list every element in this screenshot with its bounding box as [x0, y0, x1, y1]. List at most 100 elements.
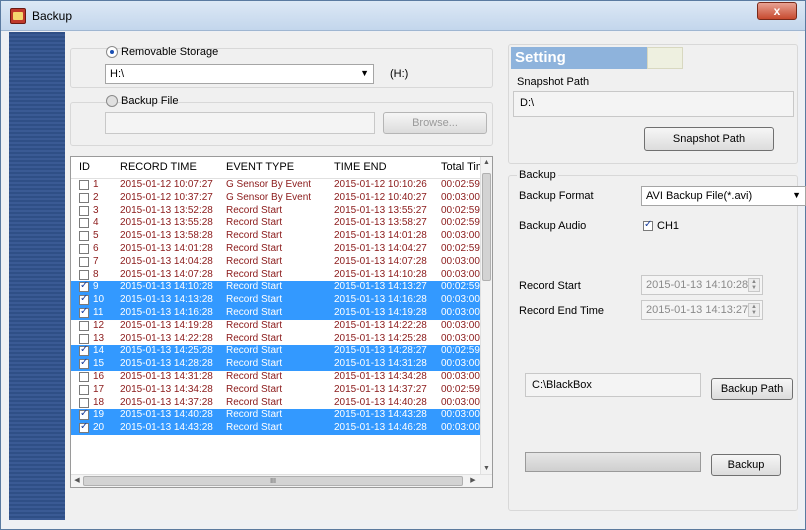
table-row[interactable]: 13 2015-01-13 14:22:28 Record Start 2015-01… [71, 333, 481, 346]
record-start-field[interactable]: 2015-01-13 14:10:28 ▲ ▼ [641, 275, 763, 295]
record-end-field[interactable]: 2015-01-13 14:13:27 ▲ ▼ [641, 300, 763, 320]
cell-event-type: Record Start [226, 294, 283, 306]
cell-id: 11 [93, 307, 104, 318]
backup-path-button[interactable]: Backup Path [711, 378, 793, 400]
header-record-time[interactable]: RECORD TIME [120, 161, 197, 173]
drive-select[interactable]: H:\ ▼ [105, 64, 374, 84]
backup-format-select[interactable]: AVI Backup File(*.avi) ▼ [641, 186, 806, 206]
row-checkbox[interactable] [79, 231, 89, 242]
header-total-time[interactable]: Total Tim [441, 161, 485, 173]
table-row[interactable]: 15 2015-01-13 14:28:28 Record Start 2015-01… [71, 357, 481, 371]
row-checkbox[interactable] [79, 333, 89, 344]
table-row[interactable]: 10 2015-01-13 14:13:28 Record Start 2015-01… [71, 293, 481, 307]
record-list[interactable]: ID RECORD TIME EVENT TYPE TIME END Total… [70, 156, 493, 488]
cell-total-time: 00:02:59 [441, 217, 480, 229]
row-checkbox[interactable] [79, 192, 89, 203]
cell-time-end: 2015-01-13 14:25:28 [334, 332, 427, 344]
table-row[interactable]: 17 2015-01-13 14:34:28 Record Start 2015-01… [71, 384, 481, 397]
cell-total-time: 00:03:00 [441, 230, 480, 242]
horizontal-scrollbar[interactable]: ◀ III ▶ [71, 474, 492, 487]
spin-updown-icon[interactable]: ▲ ▼ [748, 278, 760, 292]
audio-ch1-label: CH1 [657, 220, 680, 232]
snapshot-path-button[interactable]: Snapshot Path [644, 127, 774, 151]
cell-id: 14 [93, 345, 105, 357]
table-row[interactable]: 14 2015-01-13 14:25:28 Record Start 2015-01… [71, 344, 481, 359]
backup-format-value: AVI Backup File(*.avi) [646, 190, 753, 202]
table-row[interactable]: 5 2015-01-13 13:58:28 Record Start 2015-01-… [71, 230, 481, 243]
list-header: ID RECORD TIME EVENT TYPE TIME END Total… [71, 157, 485, 179]
audio-ch1-checkbox[interactable] [643, 219, 653, 231]
cell-id: 19 [93, 409, 105, 421]
row-checkbox[interactable] [79, 256, 89, 267]
table-row[interactable]: 7 2015-01-13 14:04:28 Record Start 2015-01-… [71, 256, 481, 269]
table-row[interactable]: 20 2015-01-13 14:43:28 Record Start 2015-01… [71, 421, 481, 435]
row-checkbox[interactable] [79, 306, 89, 318]
row-checkbox[interactable] [79, 408, 89, 421]
row-checkbox[interactable] [79, 280, 89, 293]
record-start-label: Record Start [519, 280, 581, 292]
row-checkbox[interactable] [79, 357, 89, 370]
cell-record-time: 2015-01-13 14:28:28 [120, 358, 213, 370]
row-checkbox[interactable] [79, 344, 89, 357]
row-checkbox[interactable] [79, 205, 89, 216]
backup-file-radio[interactable] [106, 95, 118, 107]
cell-id: 13 [93, 332, 105, 344]
table-row[interactable]: 1 2015-01-12 10:07:27 G Sensor By Event 201… [71, 179, 481, 192]
header-id[interactable]: ID [79, 161, 90, 173]
side-banner [9, 32, 65, 520]
table-row[interactable]: 2 2015-01-12 10:37:27 G Sensor By Event 201… [71, 192, 481, 205]
row-checkbox[interactable] [79, 372, 89, 382]
setting-header: Setting [511, 47, 647, 69]
horizontal-scroll-thumb[interactable]: III [83, 476, 463, 486]
row-checkbox[interactable] [79, 397, 89, 408]
browse-button[interactable]: Browse... [383, 112, 487, 134]
removable-storage-radio[interactable] [106, 46, 118, 58]
backup-format-label: Backup Format [519, 190, 594, 202]
cell-event-type: Record Start [226, 268, 283, 280]
cell-id: 1 [93, 179, 99, 190]
row-checkbox[interactable] [79, 244, 89, 254]
cell-time-end: 2015-01-12 10:10:26 [334, 179, 427, 190]
table-row[interactable]: 3 2015-01-13 13:52:28 Record Start 2015-01-… [71, 205, 481, 218]
drive-label: (H:) [390, 68, 409, 80]
cell-total-time: 00:02:59 [441, 243, 480, 254]
table-row[interactable]: 8 2015-01-13 14:07:28 Record Start 2015-01-… [71, 269, 481, 282]
table-row[interactable]: 18 2015-01-13 14:37:28 Record Start 2015-01… [71, 397, 481, 410]
cell-event-type: Record Start [226, 345, 283, 357]
close-button[interactable]: x [757, 2, 797, 20]
table-row[interactable]: 19 2015-01-13 14:40:28 Record Start 2015-01… [71, 408, 481, 423]
backup-button[interactable]: Backup [711, 454, 781, 476]
backup-file-input[interactable] [105, 112, 375, 134]
backup-audio-label: Backup Audio [519, 220, 587, 232]
cell-record-time: 2015-01-13 14:40:28 [120, 409, 213, 421]
row-checkbox[interactable] [79, 421, 89, 434]
cell-total-time: 00:03:00 [441, 422, 480, 434]
title-bar[interactable]: Backup x [1, 1, 805, 31]
table-row[interactable]: 4 2015-01-13 13:55:28 Record Start 2015-01-… [71, 217, 481, 230]
spin-updown-icon[interactable]: ▲ ▼ [748, 303, 760, 317]
scroll-left-icon[interactable]: ◀ [71, 475, 83, 487]
table-row[interactable]: 16 2015-01-13 14:31:28 Record Start 2015-01… [71, 371, 481, 384]
header-event-type[interactable]: EVENT TYPE [226, 161, 294, 173]
row-checkbox[interactable] [79, 180, 89, 190]
cell-event-type: G Sensor By Event [226, 179, 312, 190]
header-time-end[interactable]: TIME END [334, 161, 387, 173]
table-row[interactable]: 6 2015-01-13 14:01:28 Record Start 2015-01-… [71, 243, 481, 256]
row-checkbox[interactable] [79, 320, 89, 331]
row-checkbox[interactable] [79, 218, 89, 229]
table-row[interactable]: 9 2015-01-13 14:10:28 Record Start 2015-01-… [71, 280, 481, 295]
table-row[interactable]: 12 2015-01-13 14:19:28 Record Start 2015-01… [71, 320, 481, 333]
row-checkbox[interactable] [79, 384, 89, 395]
scroll-right-icon[interactable]: ▶ [467, 475, 479, 487]
cell-id: 5 [93, 230, 99, 242]
vertical-scrollbar[interactable]: ▲ ▼ [480, 157, 492, 475]
cell-time-end: 2015-01-13 14:31:28 [334, 358, 427, 370]
cell-total-time: 00:02:59 [441, 383, 480, 395]
row-checkbox[interactable] [79, 293, 89, 306]
row-checkbox[interactable] [79, 269, 89, 280]
cell-total-time: 00:03:00 [441, 371, 480, 382]
scroll-up-icon[interactable]: ▲ [481, 157, 492, 169]
table-row[interactable]: 11 2015-01-13 14:16:28 Record Start 2015-01… [71, 306, 481, 320]
cell-total-time: 00:02:59 [441, 179, 480, 190]
vertical-scroll-thumb[interactable] [482, 173, 491, 281]
